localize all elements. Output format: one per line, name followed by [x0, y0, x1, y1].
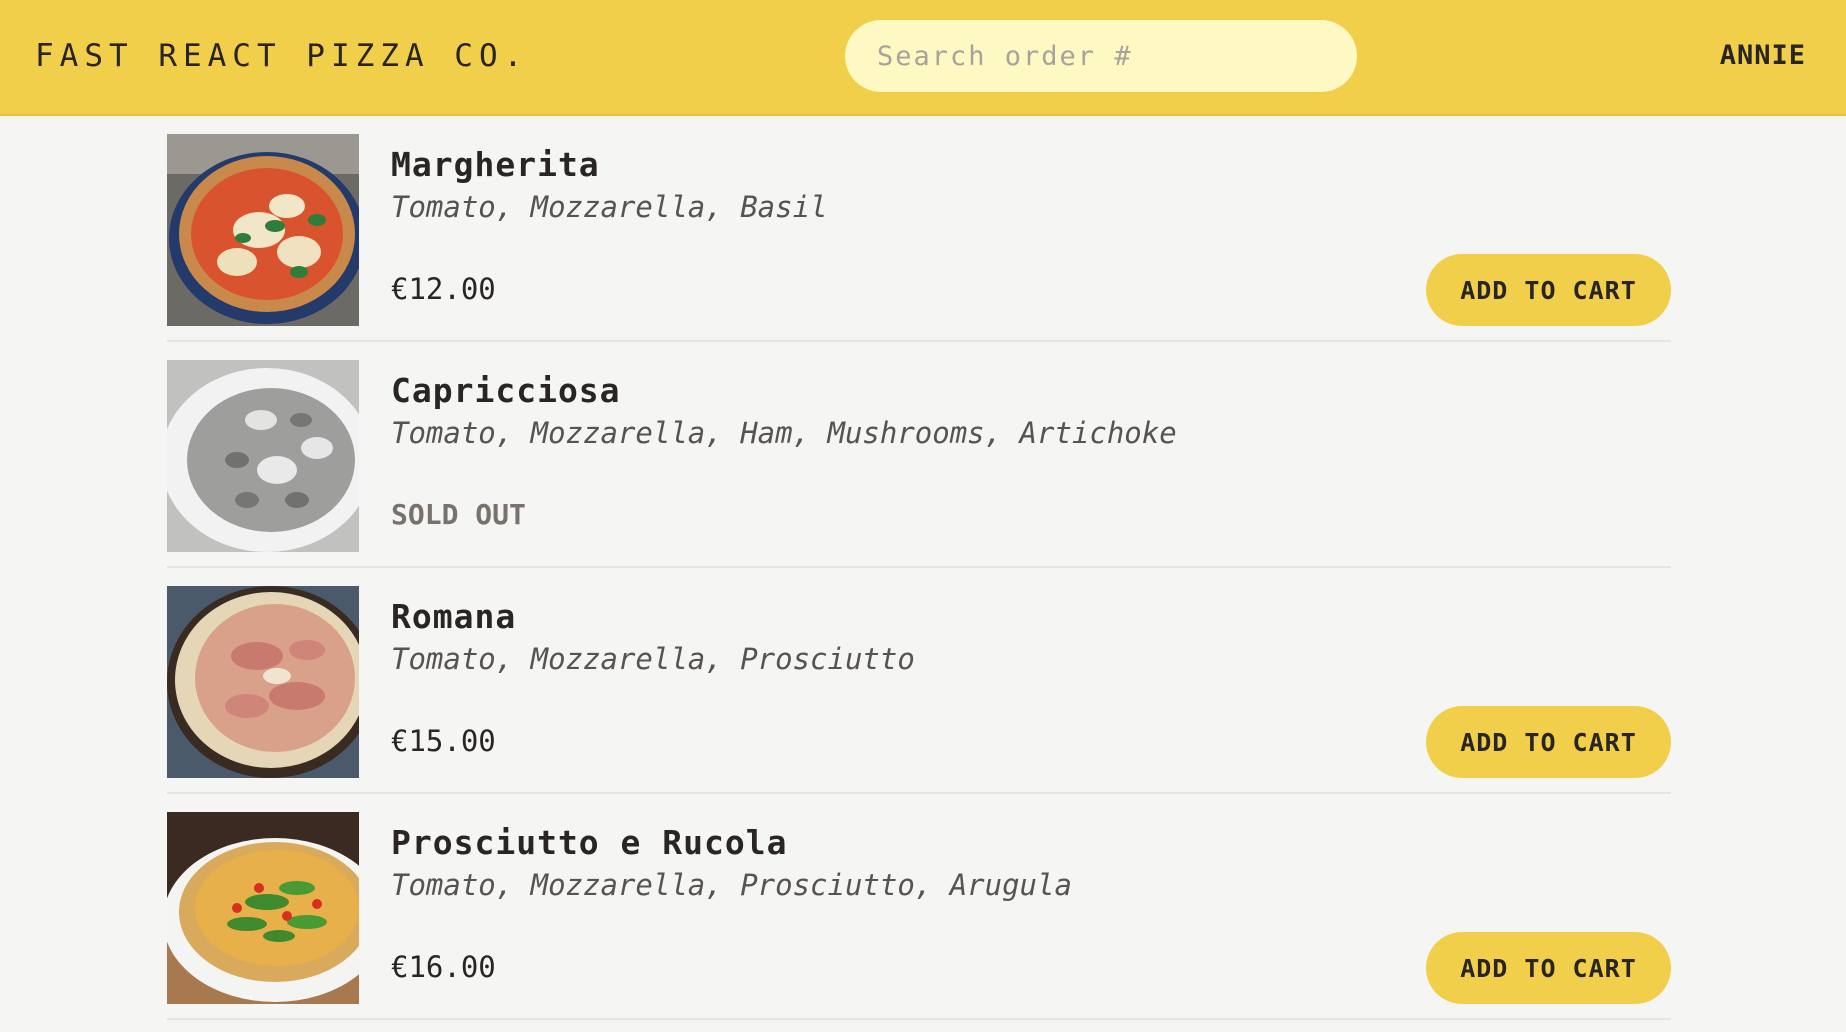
sold-out-label: Sold out [391, 498, 526, 531]
pizza-ingredients: Tomato, Mozzarella, Prosciutto [391, 642, 915, 676]
logo-link[interactable]: Fast React Pizza Co. [35, 38, 528, 74]
pizza-image [167, 586, 359, 778]
menu-item: Prosciutto e Rucola Tomato, Mozzarella, … [167, 794, 1671, 1020]
pizza-price: €16.00 [391, 950, 496, 984]
search-order-input[interactable] [845, 20, 1357, 92]
pizza-price: €12.00 [391, 272, 496, 306]
username: ANNIE [1719, 40, 1806, 71]
pizza-menu-list: Margherita Tomato, Mozzarella, Basil €12… [167, 116, 1671, 1020]
pizza-image [167, 134, 359, 326]
pizza-ingredients: Tomato, Mozzarella, Prosciutto, Arugula [391, 868, 1072, 902]
pizza-name: Capricciosa [391, 371, 621, 410]
app-header: Fast React Pizza Co. ANNIE [0, 0, 1846, 116]
pizza-ingredients: Tomato, Mozzarella, Basil [391, 190, 828, 224]
add-to-cart-button[interactable]: Add to cart [1426, 706, 1671, 778]
pizza-name: Romana [391, 597, 517, 636]
pizza-ingredients: Tomato, Mozzarella, Ham, Mushrooms, Arti… [391, 416, 1177, 450]
pizza-name: Prosciutto e Rucola [391, 823, 788, 862]
menu-item: Margherita Tomato, Mozzarella, Basil €12… [167, 116, 1671, 342]
pizza-price: €15.00 [391, 724, 496, 758]
add-to-cart-button[interactable]: Add to cart [1426, 254, 1671, 326]
add-to-cart-button[interactable]: Add to cart [1426, 932, 1671, 1004]
pizza-image [167, 812, 359, 1004]
menu-item: Romana Tomato, Mozzarella, Prosciutto €1… [167, 568, 1671, 794]
pizza-image [167, 360, 359, 552]
pizza-capricciosa-image [167, 360, 359, 552]
pizza-prosciutto-e-rucola-image [167, 812, 359, 1004]
pizza-romana-image [167, 586, 359, 778]
pizza-name: Margherita [391, 145, 600, 184]
pizza-margherita-image [167, 134, 359, 326]
menu-item: Capricciosa Tomato, Mozzarella, Ham, Mus… [167, 342, 1671, 568]
